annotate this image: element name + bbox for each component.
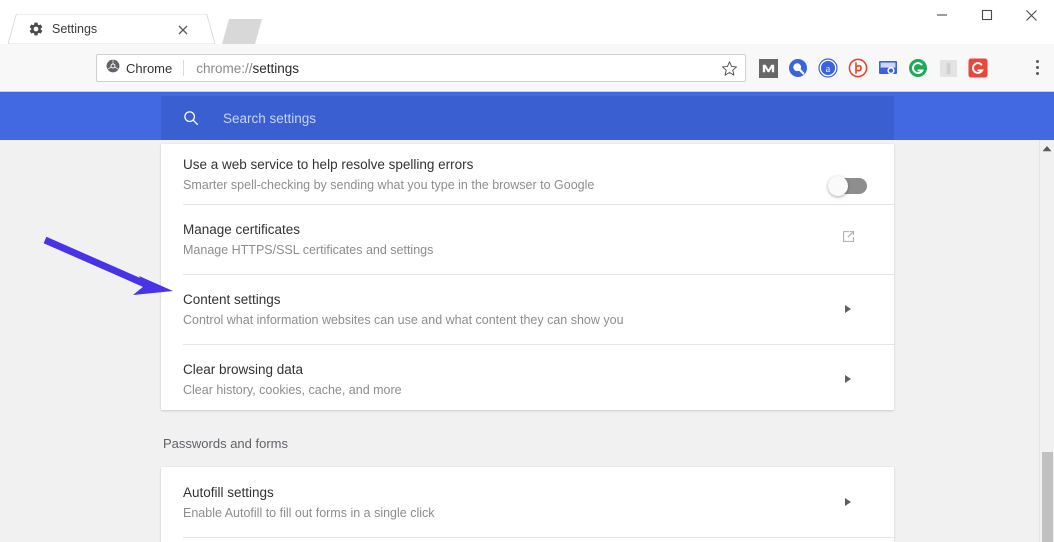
tab-title: Settings — [52, 22, 98, 36]
scrollbar-thumb[interactable] — [1042, 452, 1053, 542]
settings-content: Use a web service to help resolve spelli… — [0, 140, 1039, 542]
omnibox[interactable]: Chrome chrome://settings — [96, 54, 746, 82]
screenshot-extension-icon[interactable] — [878, 58, 898, 78]
content-settings-row[interactable]: Content settings Control what informatio… — [161, 274, 894, 344]
minimize-button[interactable] — [919, 0, 964, 30]
close-icon[interactable] — [175, 22, 191, 38]
menu-dot — [1035, 65, 1039, 69]
svg-text:a: a — [826, 64, 831, 75]
tab-settings[interactable]: Settings — [7, 13, 218, 45]
close-button[interactable] — [1009, 0, 1054, 30]
browser-window: Settings Chrome chrome://settings a Sear… — [0, 0, 1054, 542]
grammar-extension-icon[interactable] — [908, 58, 928, 78]
row-subtitle: Smarter spell-checking by sending what y… — [183, 178, 595, 192]
omnibox-url[interactable]: chrome://settings — [184, 61, 299, 76]
search-icon — [181, 108, 201, 128]
row-subtitle: Enable Autofill to fill out forms in a s… — [183, 505, 435, 520]
privacy-card: Use a web service to help resolve spelli… — [161, 144, 894, 410]
manage-certificates-row[interactable]: Manage certificates Manage HTTPS/SSL cer… — [161, 204, 894, 274]
caret-up-icon[interactable] — [1040, 140, 1054, 156]
amazon-assistant-extension-icon[interactable]: a — [818, 58, 838, 78]
row-title: Clear browsing data — [183, 361, 304, 377]
window-controls — [919, 0, 1054, 30]
row-texts: Clear browsing data Clear history, cooki… — [183, 360, 828, 399]
row-title: Manage certificates — [183, 221, 301, 237]
spelling-toggle[interactable] — [828, 176, 867, 196]
autofill-settings-row[interactable]: Autofill settings Enable Autofill to fil… — [161, 467, 894, 537]
row-texts: Manage certificates Manage HTTPS/SSL cer… — [183, 220, 828, 259]
mailtrack-extension-icon[interactable] — [758, 58, 778, 78]
star-outline-icon[interactable] — [718, 57, 740, 79]
row-title: Content settings — [183, 291, 281, 307]
tabstrip: Settings — [0, 0, 1054, 45]
row-texts: Use a web service to help resolve spelli… — [183, 155, 828, 194]
row-subtitle: Clear history, cookies, cache, and more — [183, 382, 402, 397]
chevron-right-icon[interactable] — [845, 498, 851, 506]
row-control — [828, 176, 868, 196]
row-control — [828, 305, 868, 313]
menu-dot — [1035, 71, 1039, 75]
autofill-card: Autofill settings Enable Autofill to fil… — [161, 467, 894, 542]
partial-next-row[interactable] — [161, 537, 894, 542]
three-dots-vertical-icon[interactable] — [1028, 56, 1046, 78]
grammarly-extension-icon[interactable] — [968, 58, 988, 78]
row-control — [828, 498, 868, 506]
row-control — [828, 375, 868, 383]
new-tab-button[interactable] — [222, 19, 262, 44]
search-settings-input[interactable]: Search settings — [161, 96, 894, 140]
chrome-logo-icon — [106, 59, 120, 78]
row-texts: Autofill settings Enable Autofill to fil… — [183, 483, 828, 522]
row-subtitle: Control what information websites can us… — [183, 312, 624, 327]
clear-browsing-data-row[interactable]: Clear browsing data Clear history, cooki… — [161, 344, 894, 414]
row-texts: Content settings Control what informatio… — [183, 290, 828, 329]
search-placeholder: Search settings — [223, 110, 317, 126]
bitly-extension-icon[interactable] — [848, 58, 868, 78]
spelling-web-service-row[interactable]: Use a web service to help resolve spelli… — [161, 144, 894, 204]
chevron-right-icon[interactable] — [845, 375, 851, 383]
maximize-button[interactable] — [964, 0, 1009, 30]
menu-dot — [1035, 59, 1039, 63]
gear-icon — [28, 21, 44, 37]
chevron-right-icon[interactable] — [845, 305, 851, 313]
omnibox-chip-label: Chrome — [126, 60, 173, 76]
vertical-scrollbar[interactable] — [1039, 140, 1054, 542]
row-title: Use a web service to help resolve spelli… — [183, 157, 474, 172]
disabled-extension-icon[interactable] — [938, 58, 958, 78]
extension-icons: a — [758, 54, 988, 82]
toggle-knob — [828, 176, 848, 196]
url-scheme: chrome:// — [196, 60, 253, 76]
omnibox-security-chip: Chrome — [97, 55, 183, 81]
search-extension-icon[interactable] — [788, 58, 808, 78]
row-title: Autofill settings — [183, 484, 274, 500]
row-control — [828, 228, 868, 250]
external-link-icon[interactable] — [840, 228, 857, 250]
row-subtitle: Manage HTTPS/SSL certificates and settin… — [183, 242, 434, 257]
url-host: settings — [252, 60, 300, 76]
section-heading-passwords-and-forms: Passwords and forms — [163, 436, 288, 451]
